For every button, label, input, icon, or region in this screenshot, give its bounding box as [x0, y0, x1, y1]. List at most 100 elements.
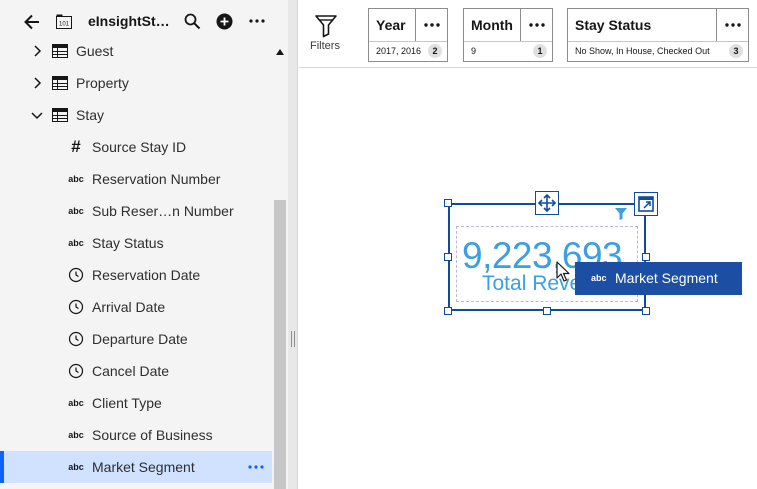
filter-menu-button[interactable] — [716, 9, 748, 41]
filter-count-badge: 1 — [533, 44, 547, 58]
tree-field-label: Arrival Date — [92, 299, 166, 315]
tree-field-label: Stay Status — [92, 235, 164, 251]
tree-field-cancel-date[interactable]: Cancel Date — [0, 355, 272, 387]
chevron-down-icon[interactable] — [30, 108, 44, 122]
filter-card-month[interactable]: Month 9 1 — [463, 8, 553, 62]
tree-scrollbar[interactable] — [272, 35, 288, 489]
tree-group-property[interactable]: Property — [0, 67, 272, 99]
text-field-icon: abc — [68, 398, 84, 408]
overflow-menu-icon — [424, 23, 440, 27]
filter-name: Stay Status — [575, 17, 652, 33]
panel-splitter[interactable] — [288, 0, 298, 489]
table-icon — [52, 108, 68, 122]
data-tree: Guest Property Stay # Source Stay ID abc… — [0, 35, 272, 489]
filter-divider — [369, 41, 447, 42]
text-field-icon: abc — [68, 238, 84, 248]
filter-name: Month — [471, 17, 513, 33]
clock-icon — [68, 299, 84, 315]
tree-field-label: Cancel Date — [92, 363, 170, 379]
tree-field-client-type[interactable]: abc Client Type — [0, 387, 272, 419]
back-arrow-icon[interactable] — [22, 12, 42, 32]
search-icon[interactable] — [184, 13, 201, 30]
numeric-field-icon: # — [71, 137, 81, 156]
scroll-up-icon[interactable] — [276, 49, 284, 55]
filter-menu-button[interactable] — [520, 9, 552, 41]
resize-handle[interactable] — [642, 253, 650, 261]
resize-handle[interactable] — [642, 307, 650, 315]
filter-card-stay-status[interactable]: Stay Status No Show, In House, Checked O… — [567, 8, 749, 62]
overflow-menu-icon — [725, 23, 741, 27]
resize-handle[interactable] — [444, 199, 452, 207]
filter-value: 2017, 2016 — [376, 46, 422, 56]
text-field-icon: abc — [591, 273, 607, 283]
text-field-icon: abc — [68, 206, 84, 216]
tree-field-source-stay-id[interactable]: # Source Stay ID — [0, 131, 272, 163]
filter-divider — [568, 41, 748, 42]
filter-card-year[interactable]: Year 2017, 2016 2 — [368, 8, 448, 62]
drag-preview-market-segment: abc Market Segment — [575, 262, 742, 295]
move-widget-button[interactable] — [535, 191, 559, 215]
filter-icon — [315, 15, 337, 38]
add-icon[interactable] — [216, 13, 233, 30]
tree-field-reservation-number[interactable]: abc Reservation Number — [0, 163, 272, 195]
clock-icon — [68, 267, 84, 283]
filters-label: Filters — [310, 40, 340, 52]
data-panel: 101 eInsightSt… Guest Property Stay # So… — [0, 0, 288, 489]
filter-value: No Show, In House, Checked Out — [575, 46, 710, 56]
selection-indicator — [0, 451, 4, 483]
tree-field-label: Client Type — [92, 395, 162, 411]
overflow-menu-icon — [529, 23, 545, 27]
tree-field-reservation-date[interactable]: Reservation Date — [0, 259, 272, 291]
text-field-icon: abc — [68, 462, 84, 472]
overflow-menu-icon[interactable] — [248, 14, 266, 28]
data-source-title: eInsightSt… — [88, 13, 170, 29]
resize-handle[interactable] — [543, 307, 551, 315]
mouse-pointer-icon — [556, 261, 570, 282]
text-field-icon: abc — [68, 430, 84, 440]
chevron-right-icon[interactable] — [30, 76, 44, 90]
table-icon — [52, 44, 68, 58]
table-icon — [52, 76, 68, 90]
chevron-right-icon[interactable] — [30, 44, 44, 58]
expand-widget-button[interactable] — [634, 192, 658, 216]
tree-field-label: Reservation Date — [92, 267, 201, 283]
tree-field-stay-status[interactable]: abc Stay Status — [0, 227, 272, 259]
tree-group-label: Guest — [76, 43, 114, 59]
tree-field-label: Reservation Number — [92, 171, 221, 187]
tree-field-source-of-business[interactable]: abc Source of Business — [0, 419, 272, 451]
tree-field-label: Source of Business — [92, 427, 213, 443]
tree-field-label: Market Segment — [92, 459, 195, 475]
tree-group-label: Stay — [76, 107, 105, 123]
expand-icon — [638, 196, 654, 212]
splitter-grip-icon[interactable] — [291, 331, 295, 347]
tree-group-stay[interactable]: Stay — [0, 99, 272, 131]
overflow-menu-icon[interactable] — [246, 459, 266, 475]
svg-text:101: 101 — [59, 22, 70, 28]
filter-menu-button[interactable] — [415, 9, 447, 41]
scrollbar-thumb[interactable] — [274, 200, 286, 489]
data-source-icon: 101 — [56, 14, 72, 29]
tree-field-label: Source Stay ID — [92, 139, 187, 155]
tree-group-guest[interactable]: Guest — [0, 35, 272, 67]
move-icon — [537, 193, 557, 213]
filter-name: Year — [376, 17, 406, 33]
drag-preview-label: Market Segment — [615, 270, 718, 286]
clock-icon — [68, 363, 84, 379]
tree-field-arrival-date[interactable]: Arrival Date — [0, 291, 272, 323]
filter-value: 9 — [471, 46, 477, 56]
filter-bar: Filters Year 2017, 2016 2 Month 9 1 Stay… — [299, 0, 757, 68]
filter-count-badge: 3 — [729, 44, 743, 58]
tree-field-departure-date[interactable]: Departure Date — [0, 323, 272, 355]
resize-handle[interactable] — [444, 307, 452, 315]
widget-filter-icon[interactable] — [614, 207, 628, 221]
text-field-icon: abc — [68, 174, 84, 184]
clock-icon — [68, 331, 84, 347]
resize-handle[interactable] — [444, 253, 452, 261]
tree-group-label: Property — [76, 75, 129, 91]
tree-field-label: Departure Date — [92, 331, 188, 347]
tree-field-market-segment[interactable]: abc Market Segment — [0, 451, 272, 483]
filters-button[interactable]: Filters — [307, 12, 345, 56]
tree-field-sub-reservation-number[interactable]: abc Sub Reser…n Number — [0, 195, 272, 227]
filter-divider — [464, 41, 552, 42]
tree-field-label: Sub Reser…n Number — [92, 203, 234, 219]
